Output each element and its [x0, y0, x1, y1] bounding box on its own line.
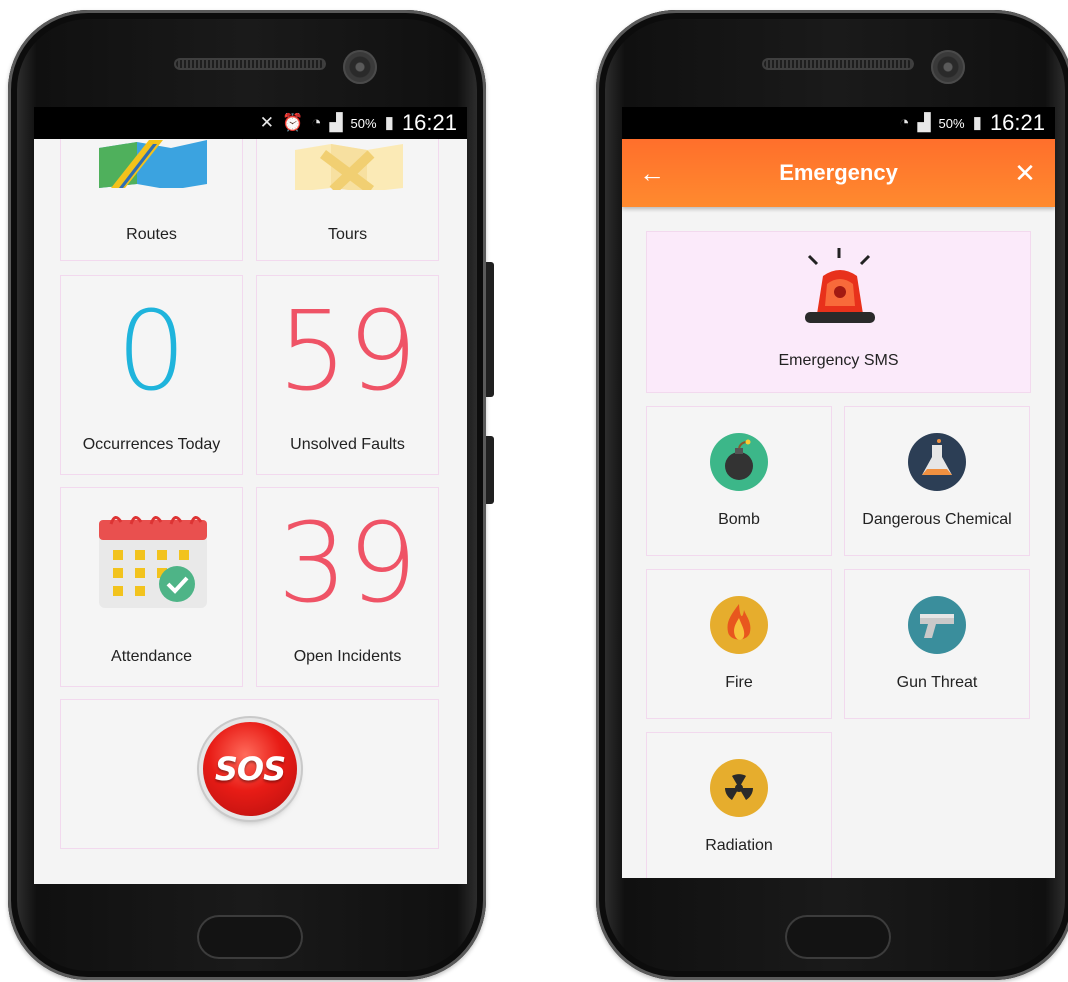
fire-icon: [710, 596, 768, 654]
emergency-sms-tile[interactable]: Emergency SMS: [646, 231, 1031, 393]
siren-icon: [805, 248, 875, 323]
wifi-icon: ◔: [899, 113, 910, 132]
left-phone: ✕ ⏰ ◔ ▟ 50% ▮ 16:21 Routes Tours 0 Occur…: [8, 10, 494, 980]
battery-icon: ▮: [972, 113, 982, 132]
gun-icon: [908, 596, 966, 654]
close-icon[interactable]: ✕: [995, 158, 1055, 189]
fire-label: Fire: [725, 674, 753, 691]
faults-label: Unsolved Faults: [290, 436, 405, 453]
routes-label: Routes: [126, 226, 177, 243]
faults-tile[interactable]: 59 Unsolved Faults: [256, 275, 439, 475]
chemical-label: Dangerous Chemical: [862, 511, 1012, 528]
clock: 16:21: [401, 110, 457, 135]
emergency-sms-label: Emergency SMS: [778, 352, 899, 369]
clock: 16:21: [989, 110, 1045, 135]
signal-icon: ▟: [329, 113, 343, 132]
wifi-icon: ◔: [311, 113, 322, 132]
home-button[interactable]: [197, 915, 303, 959]
sos-button[interactable]: SOS: [203, 722, 297, 816]
incidents-label: Open Incidents: [293, 648, 402, 665]
side-button: [486, 262, 494, 397]
front-camera-icon: [343, 50, 377, 84]
bomb-icon: [710, 433, 768, 491]
tours-label: Tours: [327, 226, 368, 243]
bomb-tile[interactable]: Bomb: [646, 406, 832, 556]
front-camera-icon: [931, 50, 965, 84]
battery-icon: ▮: [384, 113, 394, 132]
alarm-icon: ⏰: [282, 113, 304, 132]
home-button[interactable]: [785, 915, 891, 959]
occurrences-label: Occurrences Today: [82, 436, 221, 453]
chemical-tile[interactable]: Dangerous Chemical: [844, 406, 1030, 556]
occurrences-value: 0: [116, 287, 187, 415]
dashboard-screen: ✕ ⏰ ◔ ▟ 50% ▮ 16:21 Routes Tours 0 Occur…: [34, 107, 467, 884]
sos-tile: SOS: [60, 699, 439, 849]
gun-tile[interactable]: Gun Threat: [844, 569, 1030, 719]
radiation-tile[interactable]: Radiation: [646, 732, 832, 878]
map-tour-icon: [295, 144, 403, 190]
right-phone: ◔ ▟ 50% ▮ 16:21 ← Emergency ✕ Emergency …: [596, 10, 1068, 980]
attendance-tile[interactable]: Attendance: [60, 487, 243, 687]
battery-percent: 50%: [350, 115, 377, 131]
page-title: Emergency: [779, 160, 898, 185]
faults-value: 59: [277, 287, 418, 415]
app-bar: ← Emergency ✕: [622, 139, 1055, 207]
emergency-screen: ◔ ▟ 50% ▮ 16:21 ← Emergency ✕ Emergency …: [622, 107, 1055, 878]
occurrences-tile[interactable]: 0 Occurrences Today: [60, 275, 243, 475]
bomb-label: Bomb: [718, 511, 760, 528]
fire-tile[interactable]: Fire: [646, 569, 832, 719]
attendance-label: Attendance: [111, 648, 192, 665]
status-bar: ◔ ▟ 50% ▮ 16:21: [622, 107, 1055, 139]
speaker-grille: [762, 58, 914, 70]
battery-percent: 50%: [938, 115, 965, 131]
gun-label: Gun Threat: [896, 674, 978, 691]
status-bar: ✕ ⏰ ◔ ▟ 50% ▮ 16:21: [34, 107, 467, 139]
signal-icon: ▟: [917, 113, 931, 132]
calendar-icon: [99, 516, 207, 608]
radiation-label: Radiation: [705, 837, 773, 854]
mute-icon: ✕: [259, 113, 275, 132]
incidents-value: 39: [277, 499, 418, 627]
volume-button: [486, 436, 494, 504]
flask-icon: [908, 433, 966, 491]
radiation-icon: [710, 759, 768, 817]
back-arrow-icon[interactable]: ←: [622, 158, 682, 189]
speaker-grille: [174, 58, 326, 70]
incidents-tile[interactable]: 39 Open Incidents: [256, 487, 439, 687]
